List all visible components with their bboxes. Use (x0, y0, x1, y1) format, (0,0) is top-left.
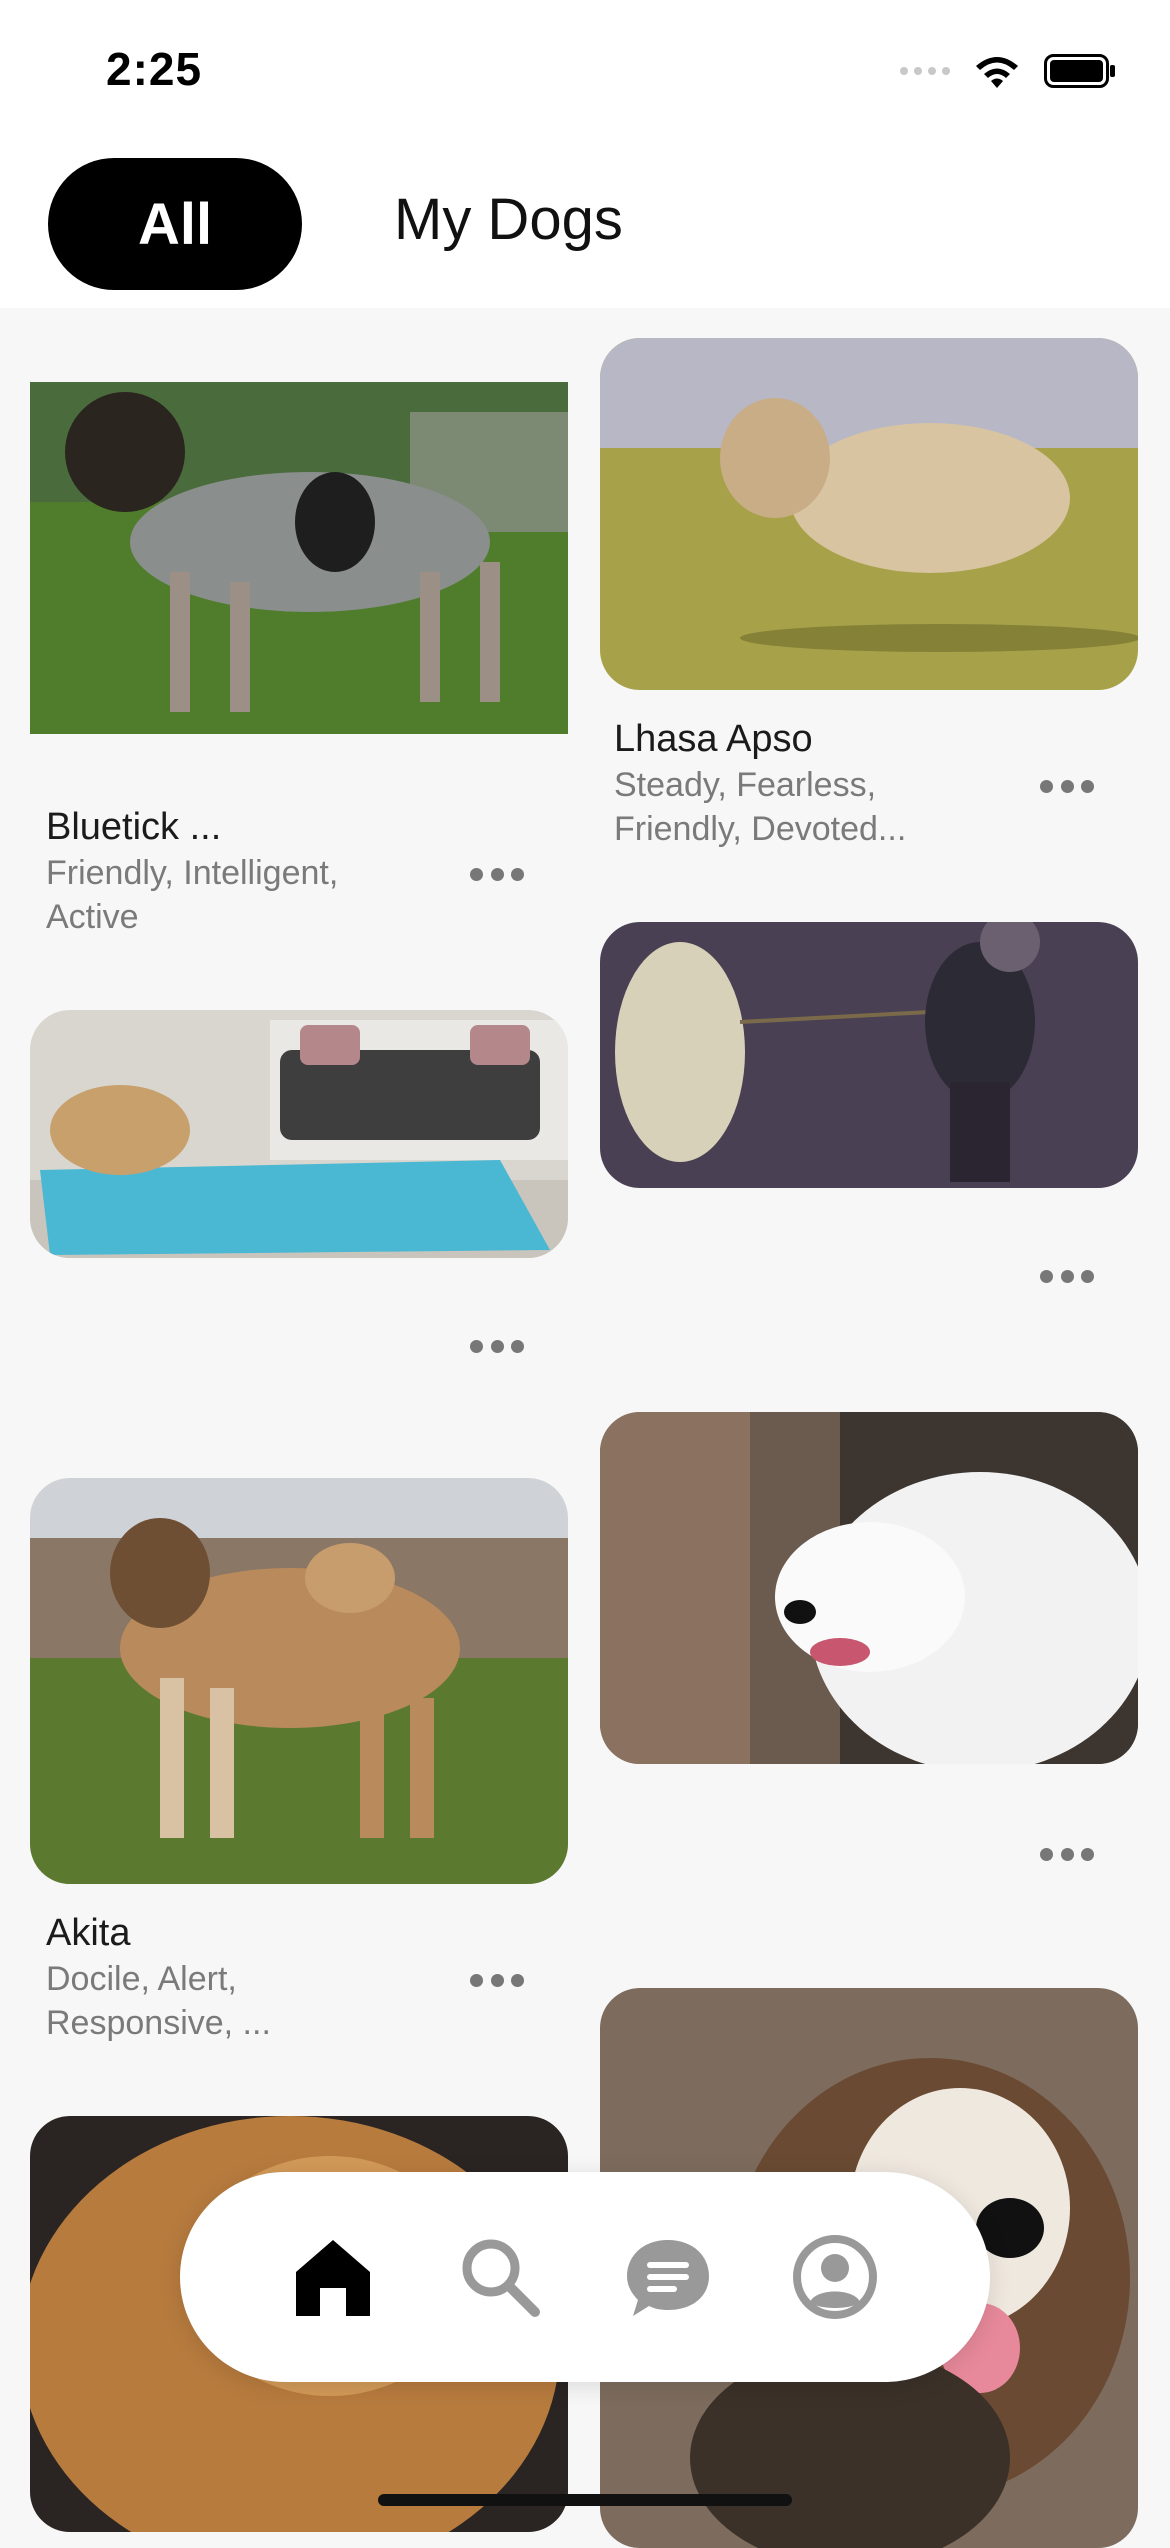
dog-image-bluetick[interactable] (30, 382, 568, 734)
profile-icon[interactable] (790, 2232, 880, 2322)
bottom-nav-bar (180, 2172, 990, 2382)
chat-icon[interactable] (623, 2232, 713, 2322)
more-options-button[interactable] (1040, 1844, 1094, 1864)
battery-icon (1044, 54, 1115, 88)
more-options-button[interactable] (1040, 776, 1094, 796)
search-icon[interactable] (455, 2232, 545, 2322)
dog-traits-line1: Friendly, Intelligent, (46, 854, 339, 892)
dog-image-lhasa-apso[interactable] (600, 338, 1138, 690)
dog-traits-line2: Friendly, Devoted... (614, 810, 907, 848)
cellular-signal-icon (900, 67, 950, 75)
more-options-button[interactable] (470, 1336, 524, 1356)
tab-my-dogs[interactable]: My Dogs (394, 186, 623, 253)
dog-traits-line2: Active (46, 898, 139, 936)
status-icons (900, 52, 1116, 90)
dog-image-walking[interactable] (600, 922, 1138, 1188)
top-bar: 2:25 All My Dogs (0, 0, 1170, 308)
dog-traits-line1: Steady, Fearless, (614, 766, 877, 804)
more-options-button[interactable] (1040, 1266, 1094, 1286)
dog-traits-line1: Docile, Alert, (46, 1960, 237, 1998)
dog-traits-line2: Responsive, ... (46, 2004, 271, 2042)
dog-image-living-room[interactable] (30, 1010, 568, 1258)
tab-all[interactable]: All (48, 158, 302, 290)
dog-image-akita[interactable] (30, 1478, 568, 1884)
dog-name: Akita (46, 1912, 131, 1954)
more-options-button[interactable] (470, 1970, 524, 1990)
home-icon[interactable] (288, 2232, 378, 2322)
dog-image-samoyed[interactable] (600, 1412, 1138, 1764)
status-time: 2:25 (106, 43, 203, 95)
dog-name: Bluetick ... (46, 806, 222, 848)
wifi-icon (976, 57, 1018, 88)
more-options-button[interactable] (470, 864, 524, 884)
dog-name: Lhasa Apso (614, 718, 813, 760)
home-indicator (378, 2494, 792, 2506)
